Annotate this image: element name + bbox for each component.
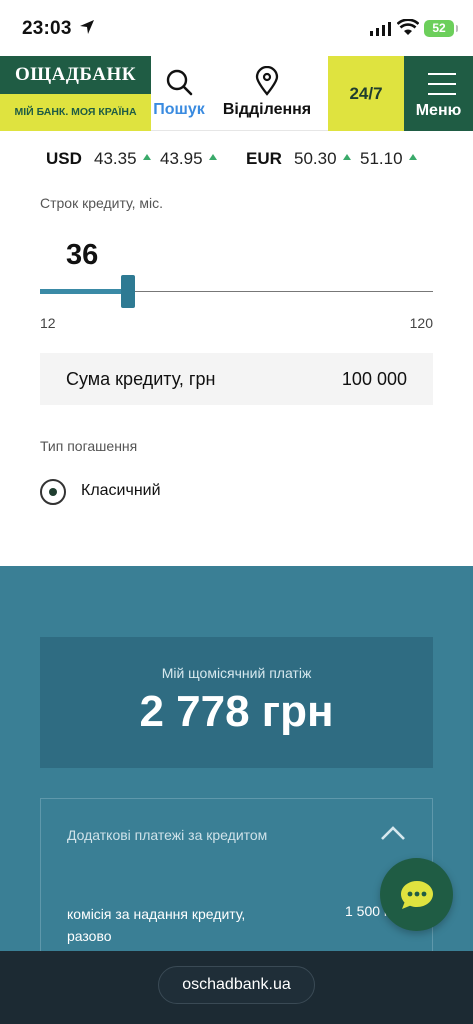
cellular-signal-icon (370, 22, 391, 36)
monthly-payment-label: Мій щомісячний платіж (161, 665, 312, 681)
browser-bar: oschadbank.ua (0, 951, 473, 1024)
bank-logo[interactable]: ОЩАДБАНК МІЙ БАНК. МОЯ КРАЇНА (0, 56, 151, 131)
term-value: 36 (66, 239, 99, 271)
status-time: 23:03 (22, 18, 72, 39)
map-pin-icon (255, 66, 279, 96)
eur-code: EUR (246, 149, 282, 168)
exchange-rates: USD 43.35 43.95 EUR 50.30 51.10 (0, 140, 473, 176)
logo-slogan: МІЙ БАНК. МОЯ КРАЇНА (0, 94, 151, 131)
up-arrow-icon (409, 154, 417, 160)
slider-thumb[interactable] (121, 275, 136, 308)
hamburger-icon (428, 73, 456, 103)
slider-fill (40, 289, 128, 294)
amount-label: Сума кредиту, грн (66, 369, 216, 389)
address-bar[interactable]: oschadbank.ua (158, 966, 315, 1004)
menu-label: Меню (415, 102, 462, 119)
extra-payments-title[interactable]: Додаткові платежі за кредитом (67, 827, 267, 843)
up-arrow-icon (343, 154, 351, 160)
chat-button[interactable] (380, 858, 453, 931)
amount-value[interactable]: 100 000 (342, 369, 407, 390)
search-label: Пошук (153, 101, 205, 118)
term-min-label: 12 (40, 315, 56, 331)
chevron-up-icon[interactable] (380, 825, 406, 841)
status-bar: 23:03 52 (0, 0, 473, 56)
eur-buy: 50.30 (294, 149, 337, 168)
monthly-payment-box: Мій щомісячний платіж 2 778 грн (40, 637, 433, 768)
usd-code: USD (46, 149, 82, 168)
monthly-payment-value: 2 778 грн (139, 687, 334, 736)
term-label: Строк кредиту, міс. (40, 195, 164, 211)
site-header: ОЩАДБАНК МІЙ БАНК. МОЯ КРАЇНА Пошук Відд… (0, 56, 473, 131)
support-247-button[interactable]: 24/7 (328, 56, 404, 131)
branches-button[interactable]: Відділення (220, 56, 314, 131)
wifi-icon (397, 19, 419, 35)
chat-bubble-icon (401, 881, 433, 909)
repayment-classic-radio[interactable] (40, 479, 66, 505)
term-max-label: 120 (409, 315, 433, 331)
usd-buy: 43.35 (94, 149, 137, 168)
repayment-classic-label[interactable]: Класичний (81, 482, 161, 500)
term-slider[interactable] (40, 274, 433, 308)
search-button[interactable]: Пошук (151, 56, 207, 131)
battery-icon: 52 (424, 20, 458, 37)
eur-sell: 51.10 (360, 149, 403, 168)
commission-label: комісія за надання кредиту, разово (67, 906, 246, 944)
loan-amount-field[interactable]: Сума кредиту, грн 100 000 (40, 353, 433, 405)
logo-name: ОЩАДБАНК (0, 56, 151, 94)
up-arrow-icon (143, 154, 151, 160)
location-arrow-icon (80, 20, 94, 34)
usd-sell: 43.95 (160, 149, 203, 168)
repayment-label: Тип погашення (40, 438, 138, 454)
search-icon (166, 69, 193, 96)
branches-label: Відділення (222, 101, 312, 118)
up-arrow-icon (209, 154, 217, 160)
menu-button[interactable]: Меню (404, 56, 473, 131)
